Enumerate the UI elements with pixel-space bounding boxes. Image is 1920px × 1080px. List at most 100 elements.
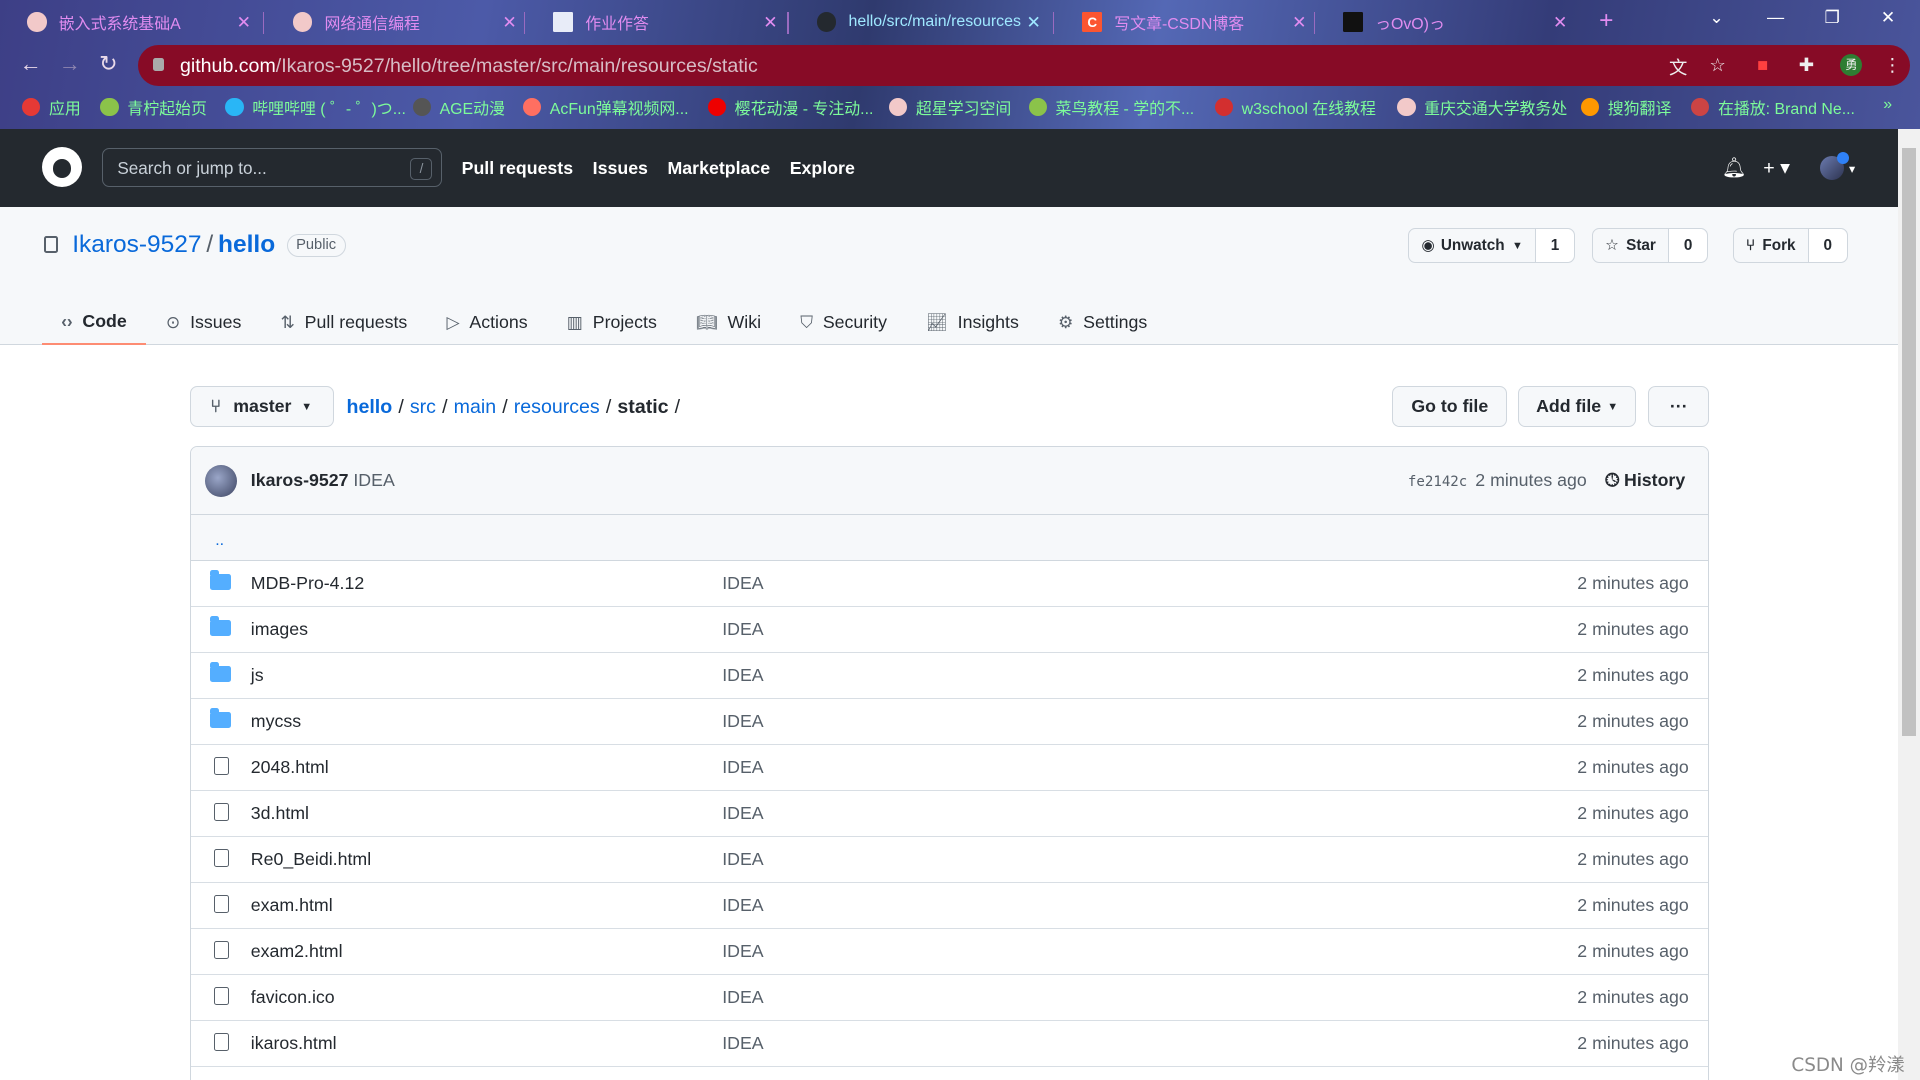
chevron-down-icon[interactable]: ▾ (1849, 162, 1855, 176)
file-row[interactable]: js IDEA 2 minutes ago (190, 653, 1709, 699)
history-button[interactable]: 🕓︎ History (1605, 470, 1685, 491)
close-tab-icon[interactable]: ✕ (502, 12, 516, 33)
commit-message-link[interactable]: IDEA (722, 1033, 763, 1054)
minimize-button[interactable]: — (1767, 7, 1784, 28)
nav-issues[interactable]: Issues (593, 158, 648, 179)
close-window-button[interactable]: ✕ (1881, 7, 1895, 28)
close-tab-icon[interactable]: ✕ (763, 12, 777, 33)
parent-directory-link[interactable]: .. (190, 515, 1709, 561)
nav-explore[interactable]: Explore (790, 158, 855, 179)
create-new-button[interactable]: + ▾ (1763, 156, 1790, 180)
close-tab-icon[interactable]: ✕ (1292, 12, 1306, 33)
bookmark-item[interactable]: 菜鸟教程 - 学的不... (1028, 96, 1194, 119)
file-row[interactable]: 3d.html IDEA 2 minutes ago (190, 791, 1709, 837)
close-tab-icon[interactable]: ✕ (237, 12, 251, 33)
close-tab-icon[interactable]: ✕ (1553, 12, 1567, 33)
commit-message-link[interactable]: IDEA (722, 803, 763, 824)
commit-message-link[interactable]: IDEA (722, 987, 763, 1008)
bookmark-item[interactable]: AGE动漫 (412, 96, 505, 119)
crumb-resources[interactable]: resources (514, 396, 600, 418)
close-tab-icon[interactable]: ✕ (1026, 12, 1040, 33)
tab-projects[interactable]: ▥ Projects (547, 299, 676, 346)
commit-message[interactable]: IDEA (353, 470, 394, 490)
crumb-hello[interactable]: hello (347, 396, 393, 418)
file-row[interactable]: favicon.ico IDEA 2 minutes ago (190, 975, 1709, 1021)
crumb-main[interactable]: main (454, 396, 496, 418)
tab-search-icon[interactable]: ⌄ (1709, 7, 1723, 28)
bookmark-item[interactable]: 哔哩哔哩 ( ゜- ゜)つ... (225, 96, 406, 119)
commit-message-link[interactable]: IDEA (722, 941, 763, 962)
commit-message-link[interactable]: IDEA (722, 619, 763, 640)
address-bar[interactable]: github.com/Ikaros-9527/hello/tree/master… (138, 45, 1911, 86)
commit-message-link[interactable]: IDEA (722, 895, 763, 916)
browser-tab[interactable]: hello/src/main/resources ✕ (790, 5, 1051, 39)
extensions-puzzle-icon[interactable]: ✚ (1799, 54, 1814, 76)
file-row[interactable]: Re0_Beidi.html IDEA 2 minutes ago (190, 837, 1709, 883)
translate-icon[interactable]: 文 (1669, 54, 1687, 80)
file-name-link[interactable]: exam.html (251, 895, 333, 916)
more-options-button[interactable]: ··· (1648, 385, 1710, 428)
file-row[interactable]: 2048.html IDEA 2 minutes ago (190, 745, 1709, 791)
profile-icon[interactable]: 勇 (1840, 53, 1863, 76)
bookmark-item[interactable]: 重庆交通大学教务处 (1397, 96, 1567, 119)
extension-icon[interactable]: ■ (1757, 54, 1768, 76)
commit-message-link[interactable]: IDEA (722, 849, 763, 870)
browser-tab[interactable]: 网络通信编程 ✕ (266, 5, 527, 39)
commit-message-link[interactable]: IDEA (722, 665, 763, 686)
bookmark-item[interactable]: 在播放: Brand Ne... (1691, 96, 1855, 119)
bookmark-item[interactable]: w3school 在线教程 (1214, 96, 1376, 119)
nav-pull-requests[interactable]: Pull requests (462, 158, 573, 179)
maximize-button[interactable]: ❐ (1824, 7, 1839, 28)
tab-pull-requests[interactable]: ⇅ Pull requests (261, 299, 427, 346)
commit-message-link[interactable]: IDEA (722, 573, 763, 594)
bookmark-item[interactable]: 青柠起始页 (100, 96, 207, 119)
watch-button[interactable]: ◉ Unwatch ▼ 1 (1408, 227, 1575, 264)
file-name-link[interactable]: Re0_Beidi.html (251, 849, 371, 870)
file-row[interactable]: ikaros.html IDEA 2 minutes ago (190, 1021, 1709, 1067)
bookmark-item[interactable]: AcFun弹幕视频网... (522, 96, 689, 119)
file-row[interactable]: mycss IDEA 2 minutes ago (190, 699, 1709, 745)
browser-tab[interactable]: 作业作答 ✕ (527, 5, 788, 39)
bell-icon[interactable]: 🔔︎ (1722, 156, 1747, 180)
repo-name-link[interactable]: hello (218, 231, 275, 258)
file-name-link[interactable]: 3d.html (251, 803, 309, 824)
avatar[interactable] (1819, 151, 1849, 180)
file-name-link[interactable]: js (251, 665, 264, 686)
star-button[interactable]: ☆ Star 0 (1591, 227, 1709, 264)
tab-insights[interactable]: 📈︎ Insights (907, 299, 1039, 346)
file-row[interactable]: images IDEA 2 minutes ago (190, 607, 1709, 653)
github-logo-icon[interactable] (41, 146, 83, 188)
tab-issues[interactable]: ⊙ Issues (146, 299, 261, 346)
bookmark-item[interactable]: 搜狗翻译 (1580, 96, 1671, 119)
commit-message-link[interactable]: IDEA (722, 711, 763, 732)
scrollbar[interactable] (1897, 128, 1920, 1080)
browser-tab[interactable]: 嵌入式系统基础A ✕ (0, 5, 261, 39)
nav-marketplace[interactable]: Marketplace (668, 158, 771, 179)
browser-tab[interactable]: C 写文章-CSDN博客 ✕ (1056, 5, 1317, 39)
file-name-link[interactable]: MDB-Pro-4.12 (251, 573, 364, 594)
file-name-link[interactable]: mycss (251, 711, 301, 732)
browser-tab[interactable]: っOvO)っ ✕ (1316, 5, 1577, 39)
tab-actions[interactable]: ▷ Actions (427, 299, 547, 346)
search-input[interactable]: Search or jump to... / (101, 148, 443, 188)
tab-code[interactable]: ‹› Code (41, 299, 147, 346)
file-row[interactable]: exam.html IDEA 2 minutes ago (190, 883, 1709, 929)
back-button[interactable]: ← (20, 51, 42, 77)
bookmark-star-icon[interactable]: ☆ (1709, 54, 1725, 76)
crumb-src[interactable]: src (410, 396, 436, 418)
file-name-link[interactable]: ikaros.html (251, 1033, 337, 1054)
more-bookmarks-icon[interactable]: » (1883, 96, 1892, 114)
branch-select-button[interactable]: ⑂ master ▼ (189, 385, 335, 428)
file-row[interactable]: exam2.html IDEA 2 minutes ago (190, 929, 1709, 975)
file-name-link[interactable]: favicon.ico (251, 987, 335, 1008)
bookmark-item[interactable]: 樱花动漫 - 专注动... (707, 96, 873, 119)
menu-kebab-icon[interactable]: ⋮ (1883, 54, 1901, 76)
commit-message-link[interactable]: IDEA (722, 757, 763, 778)
file-name-link[interactable]: 2048.html (251, 757, 329, 778)
tab-wiki[interactable]: 📖︎ Wiki (676, 299, 780, 346)
go-to-file-button[interactable]: Go to file (1392, 385, 1508, 428)
repo-owner-link[interactable]: Ikaros-9527 (72, 231, 201, 258)
fork-button[interactable]: ⑂ Fork 0 (1732, 227, 1848, 264)
new-tab-button[interactable]: + (1599, 7, 1613, 35)
tab-settings[interactable]: ⚙ Settings (1038, 299, 1166, 346)
